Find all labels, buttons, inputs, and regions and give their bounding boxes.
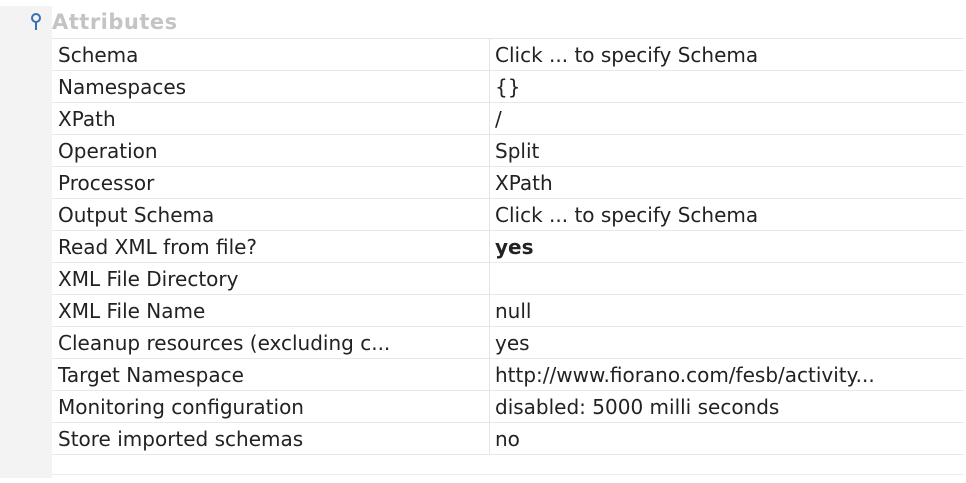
property-row-store-imported-schemas[interactable]: Store imported schemas no xyxy=(52,423,964,455)
property-row-namespaces[interactable]: Namespaces {} xyxy=(52,71,964,103)
property-row-operation[interactable]: Operation Split xyxy=(52,135,964,167)
property-value[interactable] xyxy=(490,263,964,294)
property-value[interactable]: yes xyxy=(490,327,964,358)
property-name: XPath xyxy=(52,103,490,134)
property-name: Processor xyxy=(52,167,490,198)
property-row-read-xml-from-file[interactable]: Read XML from file? yes xyxy=(52,231,964,263)
property-name: Schema xyxy=(52,39,490,70)
property-value[interactable]: yes xyxy=(490,231,964,262)
property-sheet: Attributes Schema Click ... to specify S… xyxy=(0,0,966,483)
property-value[interactable]: {} xyxy=(490,71,964,102)
property-value[interactable]: http://www.fiorano.com/fesb/activity... xyxy=(490,359,964,390)
property-name: Output Schema xyxy=(52,199,490,230)
property-table: Schema Click ... to specify Schema Names… xyxy=(52,38,964,455)
property-row-monitoring-configuration[interactable]: Monitoring configuration disabled: 5000 … xyxy=(52,391,964,423)
property-value[interactable]: XPath xyxy=(490,167,964,198)
property-name: Monitoring configuration xyxy=(52,391,490,422)
property-value[interactable]: null xyxy=(490,295,964,326)
property-value[interactable]: no xyxy=(490,423,964,454)
property-row-processor[interactable]: Processor XPath xyxy=(52,167,964,199)
property-name: Target Namespace xyxy=(52,359,490,390)
property-row-schema[interactable]: Schema Click ... to specify Schema xyxy=(52,39,964,71)
divider xyxy=(52,474,964,475)
category-label: Attributes xyxy=(52,10,178,34)
property-value[interactable]: Click ... to specify Schema xyxy=(490,39,964,70)
property-name: Operation xyxy=(52,135,490,166)
left-gutter xyxy=(0,6,52,478)
property-row-xml-file-directory[interactable]: XML File Directory xyxy=(52,263,964,295)
property-row-cleanup-resources[interactable]: Cleanup resources (excluding c... yes xyxy=(52,327,964,359)
property-name: XML File Directory xyxy=(52,263,490,294)
property-row-target-namespace[interactable]: Target Namespace http://www.fiorano.com/… xyxy=(52,359,964,391)
property-value[interactable]: Split xyxy=(490,135,964,166)
property-name: Store imported schemas xyxy=(52,423,490,454)
property-name: Namespaces xyxy=(52,71,490,102)
pin-icon[interactable] xyxy=(20,6,52,38)
property-row-xml-file-name[interactable]: XML File Name null xyxy=(52,295,964,327)
property-row-output-schema[interactable]: Output Schema Click ... to specify Schem… xyxy=(52,199,964,231)
property-name: Cleanup resources (excluding c... xyxy=(52,327,490,358)
property-row-xpath[interactable]: XPath / xyxy=(52,103,964,135)
category-attributes[interactable]: Attributes xyxy=(20,6,964,38)
property-name: XML File Name xyxy=(52,295,490,326)
property-value[interactable]: Click ... to specify Schema xyxy=(490,199,964,230)
property-value[interactable]: disabled: 5000 milli seconds xyxy=(490,391,964,422)
property-name: Read XML from file? xyxy=(52,231,490,262)
property-value[interactable]: / xyxy=(490,103,964,134)
